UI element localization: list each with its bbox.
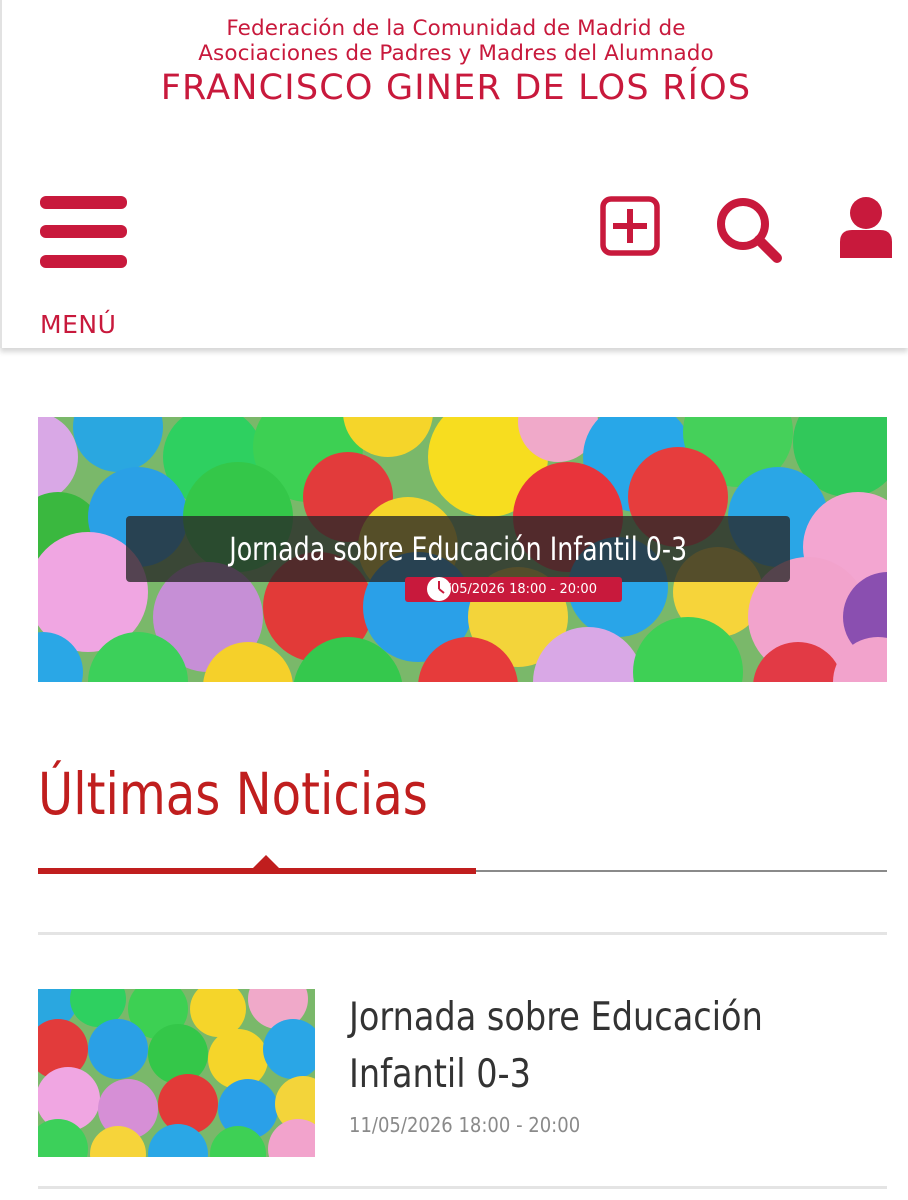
- site-header: Federación de la Comunidad de Madrid de …: [0, 0, 908, 348]
- clock-icon: [427, 577, 451, 601]
- section-underline-notch: [253, 855, 279, 868]
- search-button[interactable]: [714, 196, 786, 266]
- add-button[interactable]: [600, 196, 660, 256]
- news-image: [38, 989, 315, 1157]
- section-title: Últimas Noticias: [38, 760, 428, 828]
- user-icon: [840, 197, 892, 258]
- menu-button[interactable]: MENÚ: [40, 196, 130, 341]
- divider: [38, 1186, 887, 1189]
- add-square-icon: [600, 196, 660, 256]
- news-title[interactable]: Jornada sobre Educación Infantil 0-3: [349, 989, 849, 1103]
- news-date: 11/05/2026 18:00 - 20:00: [349, 1113, 581, 1137]
- hero-banner[interactable]: Jornada sobre Educación Infantil 0-3 11/…: [38, 417, 887, 682]
- menu-label: MENÚ: [40, 310, 117, 339]
- hero-title[interactable]: Jornada sobre Educación Infantil 0-3: [126, 516, 790, 582]
- search-icon: [717, 198, 782, 263]
- section-underline: [38, 868, 476, 874]
- brand-name: FRANCISCO GINER DE LOS RÍOS: [160, 68, 752, 108]
- brand-line-2: Asociaciones de Padres y Madres del Alum…: [198, 41, 714, 66]
- divider: [38, 932, 887, 935]
- news-thumbnail[interactable]: [38, 989, 315, 1157]
- news-item[interactable]: Jornada sobre Educación Infantil 0-3 11/…: [38, 989, 887, 1157]
- brand-line-1: Federación de la Comunidad de Madrid de: [226, 16, 686, 41]
- user-button[interactable]: [838, 196, 894, 260]
- site-brand[interactable]: Federación de la Comunidad de Madrid de …: [2, 16, 908, 110]
